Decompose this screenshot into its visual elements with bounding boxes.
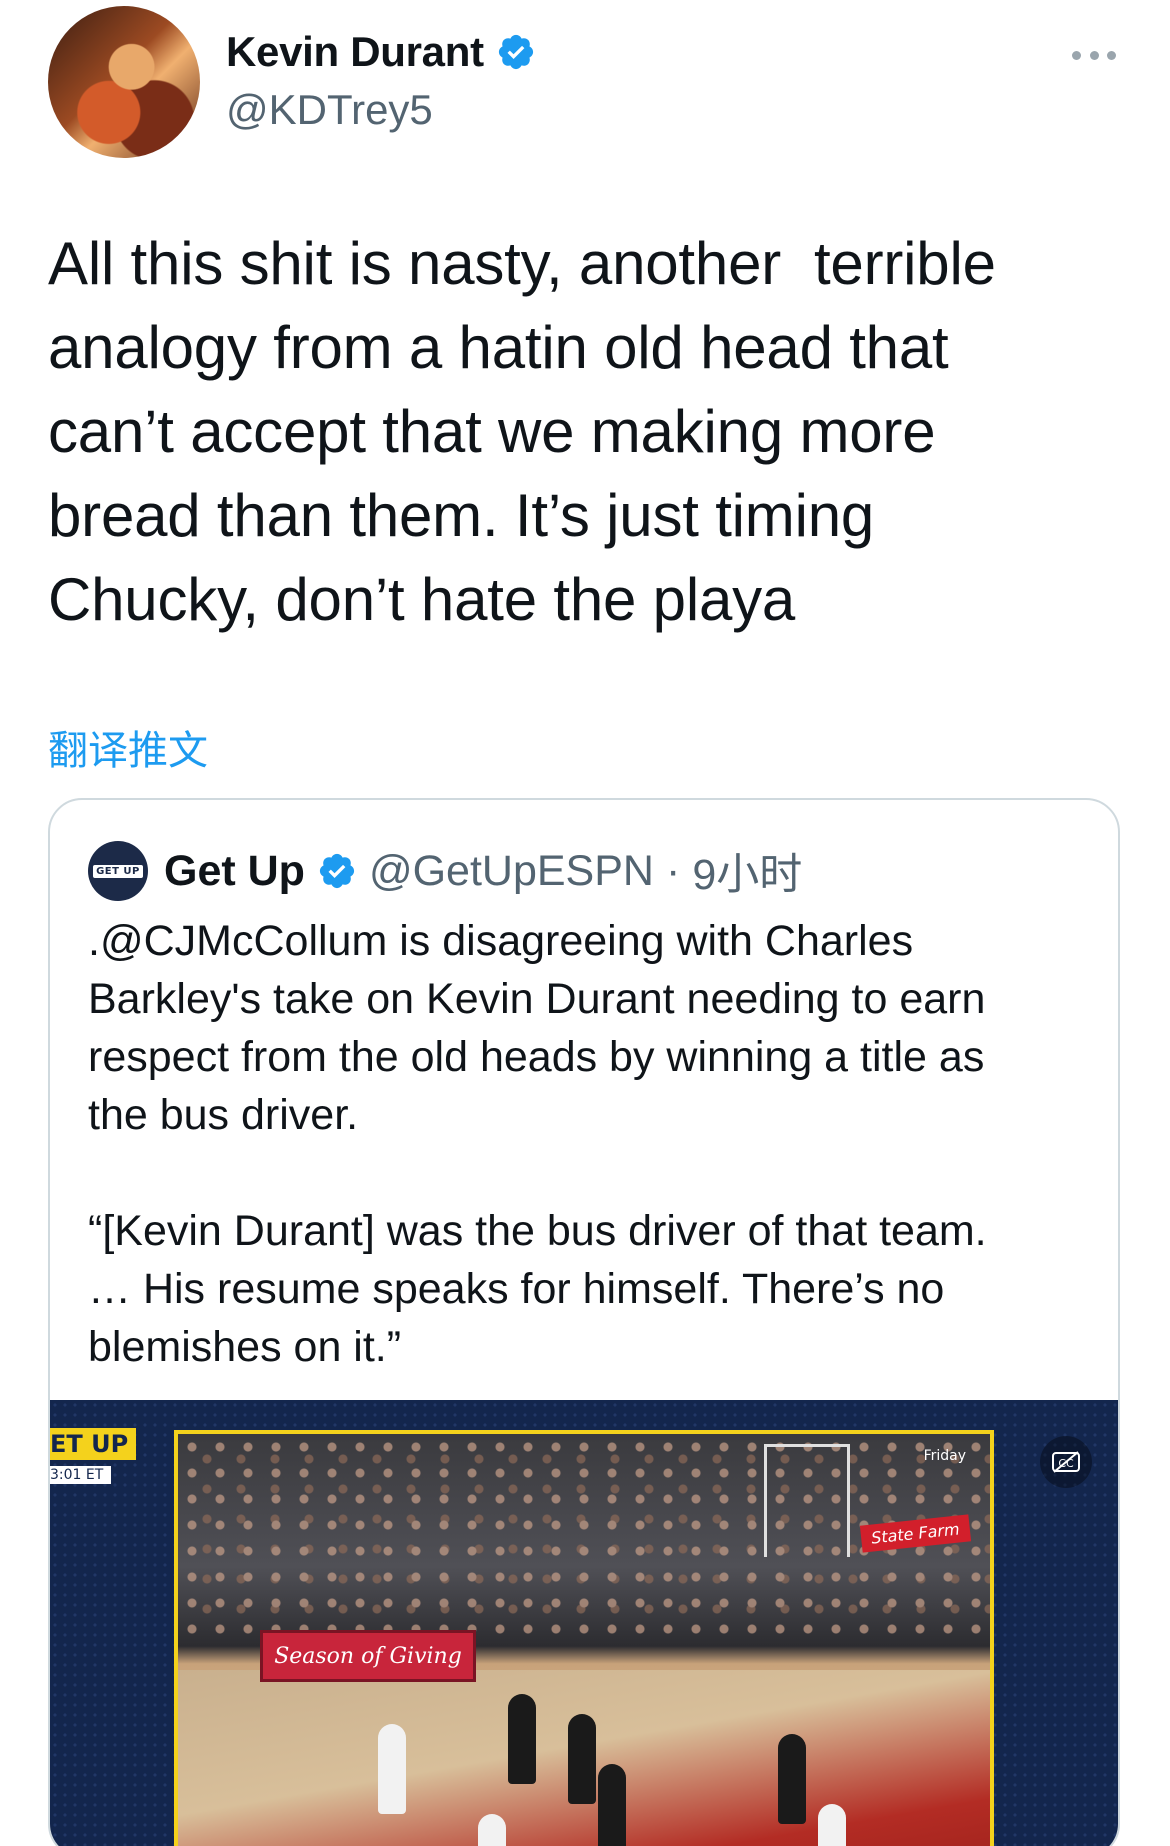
author-name[interactable]: Kevin Durant [226, 28, 484, 76]
author-handle[interactable]: @KDTrey5 [226, 86, 433, 134]
tweet-text: All this shit is nasty, another terrible… [48, 230, 996, 633]
more-horizontal-icon[interactable] [1072, 40, 1116, 70]
player-figure [508, 1694, 536, 1784]
player-figure [568, 1714, 596, 1804]
verified-badge-icon [319, 853, 355, 889]
video-corner-time: 3:01 ET [50, 1466, 112, 1484]
day-label: Friday [923, 1448, 966, 1464]
quoted-author-avatar: GET UP [88, 841, 148, 901]
video-corner-brand: ET UP [50, 1428, 137, 1460]
player-figure [598, 1764, 626, 1846]
tweet-detail: Kevin Durant @KDTrey5 All this shit is n… [0, 0, 1170, 1846]
quoted-author-logo-text: GET UP [93, 864, 143, 878]
quoted-tweet-header: GET UP Get Up @GetUpESPN · 9小时 [88, 840, 802, 902]
author-avatar[interactable] [48, 6, 200, 158]
quoted-tweet-video[interactable]: ET UP 3:01 ET Friday State Farm Season o… [50, 1400, 1118, 1846]
player-figure [818, 1804, 846, 1846]
season-banner: Season of Giving [260, 1630, 476, 1682]
quoted-author-name: Get Up [164, 846, 305, 895]
quoted-author-handle: @GetUpESPN [368, 846, 654, 895]
quoted-tweet-card[interactable]: GET UP Get Up @GetUpESPN · 9小时 .@CJMcCol… [48, 798, 1120, 1846]
verified-badge-icon [498, 34, 533, 70]
separator-dot: · [665, 846, 681, 895]
quoted-tweet-time: 9小时 [692, 851, 803, 899]
player-figure [778, 1734, 806, 1824]
quoted-tweet-text: .@CJMcCollum is disagreeing with Charles… [88, 917, 987, 1371]
basketball-hoop-image [764, 1444, 850, 1557]
closed-captions-icon[interactable]: CC [1040, 1436, 1092, 1488]
video-frame: Friday State Farm Season of Giving [174, 1430, 994, 1846]
author-name-row[interactable]: Kevin Durant [226, 28, 536, 76]
svg-text:CC: CC [1058, 1457, 1074, 1470]
player-figure [378, 1724, 406, 1814]
player-figure [478, 1814, 506, 1846]
translate-tweet-link[interactable]: 翻译推文 [48, 718, 208, 776]
